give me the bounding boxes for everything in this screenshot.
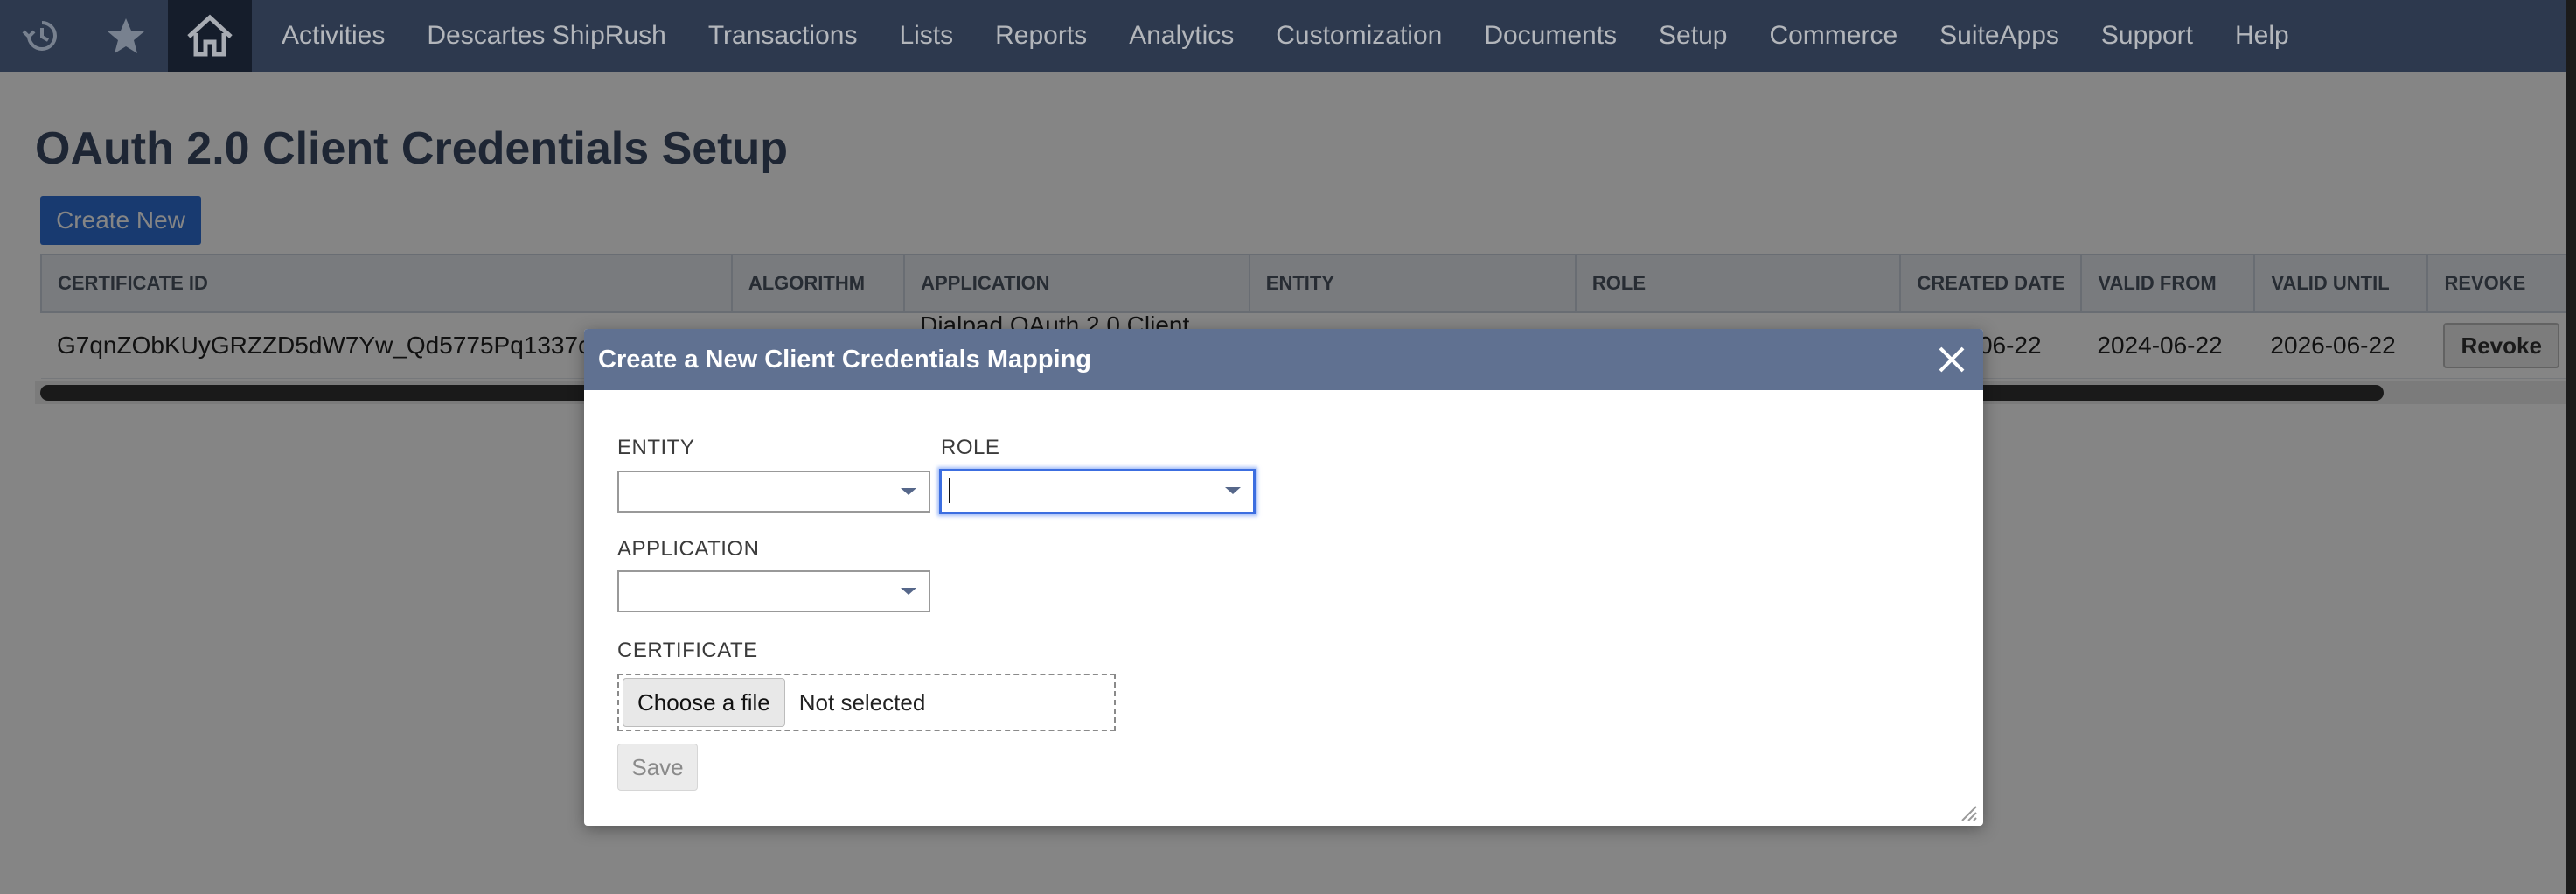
role-select[interactable]	[939, 469, 1256, 514]
resize-handle-icon[interactable]	[1959, 803, 1978, 822]
entity-select[interactable]	[617, 471, 930, 513]
chevron-down-icon	[1225, 487, 1241, 494]
dialog-header: Create a New Client Credentials Mapping	[584, 329, 1983, 390]
application-label: APPLICATION	[617, 537, 760, 561]
save-button[interactable]: Save	[617, 744, 698, 791]
choose-file-button[interactable]: Choose a file	[623, 678, 785, 727]
chevron-down-icon	[901, 588, 916, 595]
dialog-title: Create a New Client Credentials Mapping	[598, 345, 1092, 374]
entity-label: ENTITY	[617, 436, 695, 459]
client-credentials-mapping-dialog: Create a New Client Credentials Mapping …	[584, 329, 1983, 826]
certificate-label: CERTIFICATE	[617, 639, 758, 662]
file-status: Not selected	[798, 688, 926, 716]
chevron-down-icon	[901, 488, 916, 495]
text-cursor	[949, 478, 950, 503]
application-select[interactable]	[617, 570, 930, 612]
close-icon[interactable]	[1934, 342, 1969, 377]
window-edge	[2566, 0, 2576, 894]
certificate-file-input[interactable]: Choose a file Not selected	[617, 674, 1116, 731]
nav-overlay-shade	[0, 0, 2576, 72]
role-label: ROLE	[941, 436, 1000, 459]
